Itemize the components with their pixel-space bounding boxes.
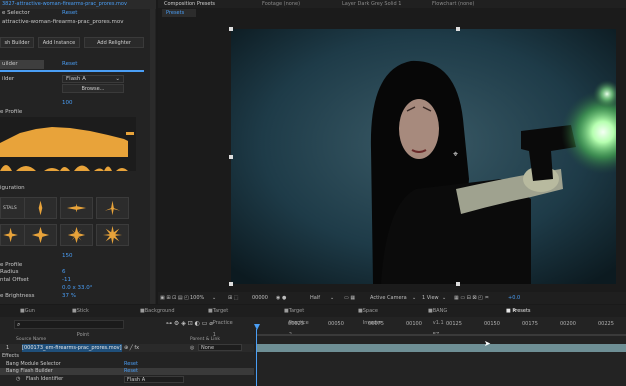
footage-frame[interactable]	[231, 29, 616, 284]
tab-flowchart[interactable]: Flowchart (none)	[432, 0, 474, 8]
panel-source: 3827-attractive-woman-firearms-prac_pror…	[2, 1, 127, 7]
timeline-tabs: ■ Gun ■ Stick To Point ■ Background ■ Ta…	[0, 305, 626, 350]
stopwatch-icon[interactable]: ◷	[16, 376, 20, 383]
layer-bar[interactable]	[256, 344, 626, 352]
selection-bar	[0, 70, 144, 72]
size-value[interactable]: 100	[62, 100, 73, 106]
profile-waveforms	[0, 157, 136, 171]
builder-reset[interactable]: Reset	[62, 61, 77, 67]
tab-layer[interactable]: Layer Dark Grey Solid 1	[342, 0, 401, 8]
panel-scrollbar[interactable]	[150, 9, 155, 304]
effect-controls-panel: 3827-attractive-woman-firearms-prac_pror…	[0, 0, 156, 304]
prop-row-offset: ntal Offset -11	[0, 277, 71, 283]
effect-row-module-selector[interactable]: Bang Module Selector Reset	[0, 361, 254, 368]
tab-gun[interactable]: ■ Gun	[20, 305, 35, 317]
tab-target-practice-1[interactable]: ■ Target Practice 1	[208, 305, 233, 338]
handle-tl[interactable]	[229, 27, 233, 31]
flash-dropdown[interactable]: Flash A ⌄	[62, 75, 124, 83]
preset-tile-4[interactable]	[96, 197, 129, 219]
chevron-down-icon: ⌄	[442, 295, 447, 301]
layer-column-header: Source Name Parent & Link	[16, 337, 220, 342]
row-value-150[interactable]: 150	[62, 253, 73, 259]
flash-label: ilder	[2, 76, 15, 82]
handle-tc[interactable]	[456, 27, 460, 31]
camera-icon[interactable]: ◉ ●	[276, 292, 286, 304]
timecode[interactable]: 00000	[252, 292, 268, 304]
parent-select[interactable]: None	[198, 344, 242, 351]
handle-bl[interactable]	[229, 282, 233, 286]
anchor-point-icon[interactable]: ⌖	[453, 151, 462, 160]
panel-header: 3827-attractive-woman-firearms-prac_pror…	[0, 0, 156, 9]
preset-tile-8[interactable]	[96, 224, 129, 246]
time-ruler[interactable]: 00025 00050 00075 00100 00125 00150 0017…	[256, 321, 626, 333]
misc-icons[interactable]: ▦ ▭ ⊟ ⊠ ◰ ♒	[454, 292, 489, 304]
builder-tag: uilder	[0, 60, 44, 69]
preset-tile-2[interactable]	[24, 197, 57, 219]
profile-label: e Profile	[0, 109, 23, 115]
footage-image	[231, 29, 616, 284]
playhead-line	[256, 329, 257, 386]
config-label: iguration	[0, 185, 25, 191]
zoom-value[interactable]: 100%	[190, 292, 204, 304]
browse-button[interactable]: Browse...	[62, 84, 124, 93]
tab-footage[interactable]: Footage (none)	[262, 0, 300, 8]
parent-icon[interactable]: ◎	[190, 344, 194, 352]
layer-switches[interactable]: ⊕ ╱ fx	[124, 344, 139, 352]
tab-target-practice-2[interactable]: ■ Target Practice 2	[284, 305, 309, 338]
preset-tile-7[interactable]	[60, 224, 93, 246]
grid-icon[interactable]: ⊞ ⬚	[228, 292, 239, 304]
chevron-down-icon: ⌄	[412, 295, 417, 301]
toolbar-icons[interactable]: ▣ ⊞ ⊡ ▤ ◰	[160, 292, 189, 304]
prop-row-brightness: e Brightness 37 %	[0, 293, 76, 299]
tab-composition[interactable]: Composition Presets	[164, 0, 215, 8]
profile-graph[interactable]	[0, 117, 136, 157]
preset-tile-6[interactable]	[24, 224, 57, 246]
resolution-select[interactable]: Half	[310, 292, 320, 304]
viewer-toolbar: ▣ ⊞ ⊡ ▤ ◰ 100% ⌄ ⊞ ⬚ 00000 ◉ ● Half ⌄ ▭ …	[158, 292, 626, 304]
cursor-icon: ➤	[484, 339, 491, 348]
flash-builder-button[interactable]: sh Builder	[0, 37, 34, 48]
chevron-down-icon: ⌄	[212, 295, 217, 301]
effect-row-flash-builder[interactable]: Bang Flash Builder Reset	[0, 368, 254, 375]
prop-row-angle: 0.0 x 33.0°	[62, 285, 93, 291]
tab-bang-ez-aim[interactable]: ■ BANG v1.1 EZ Aim	[428, 305, 447, 350]
camera-select[interactable]: Active Camera	[370, 292, 407, 304]
effect-selector-label: e Selector	[2, 10, 30, 16]
preset-tile-3[interactable]	[60, 197, 93, 219]
file-name: attractive-woman-firearms-prac_prores.mo…	[2, 19, 124, 25]
view-select[interactable]: 1 View	[422, 292, 439, 304]
tab-space-invader[interactable]: ■ Space Invader	[358, 305, 382, 326]
presets-subtab[interactable]: Presets	[162, 9, 196, 17]
app-window: 3827-attractive-woman-firearms-prac_pror…	[0, 0, 626, 386]
layer-row[interactable]: 1 [000173_em-firearms-prac_prores.mov] ⊕…	[0, 344, 254, 352]
exposure-value[interactable]: +0.0	[508, 292, 520, 304]
region-icon[interactable]: ▭ ▦	[344, 292, 355, 304]
flash-identifier-select[interactable]: Flash A	[124, 376, 184, 383]
chevron-down-icon: ⌄	[330, 295, 335, 301]
handle-ml[interactable]	[229, 155, 233, 159]
layer-name[interactable]: [000173_em-firearms-prac_prores.mov]	[22, 344, 122, 352]
effect-row-flash-identifier[interactable]: ◷ Flash Identifier Flash A	[0, 376, 254, 383]
effects-label: Effects	[2, 353, 19, 359]
work-area-bar[interactable]	[256, 334, 626, 336]
timeline-tool-icons[interactable]: ⊶ ⚙ ◈ ⊡ ◐ ▭ ⌀	[166, 320, 213, 327]
tab-background[interactable]: ■ Background	[140, 305, 175, 317]
chevron-down-icon: ⌄	[115, 76, 120, 82]
reset-link[interactable]: Reset	[62, 10, 77, 16]
tab-stick-to-point[interactable]: ■ Stick To Point	[72, 305, 89, 338]
add-instance-button[interactable]: Add Instance	[38, 37, 80, 48]
prop-row-radius: Radius 6	[0, 269, 66, 275]
search-icon: ⌕	[17, 321, 21, 328]
flash-dropdown-value: Flash A	[66, 76, 86, 82]
composition-viewer: Composition Presets Footage (none) Layer…	[158, 0, 626, 304]
handle-bc[interactable]	[456, 282, 460, 286]
timeline-panel: ■ Gun ■ Stick To Point ■ Background ■ Ta…	[0, 305, 626, 386]
timeline-search-input[interactable]: ⌕	[14, 320, 124, 329]
add-relighter-button[interactable]: Add Relighter	[84, 37, 144, 48]
tab-presets[interactable]: ■ Presets ×	[506, 305, 531, 317]
viewer-tabs: Composition Presets Footage (none) Layer…	[158, 0, 626, 8]
